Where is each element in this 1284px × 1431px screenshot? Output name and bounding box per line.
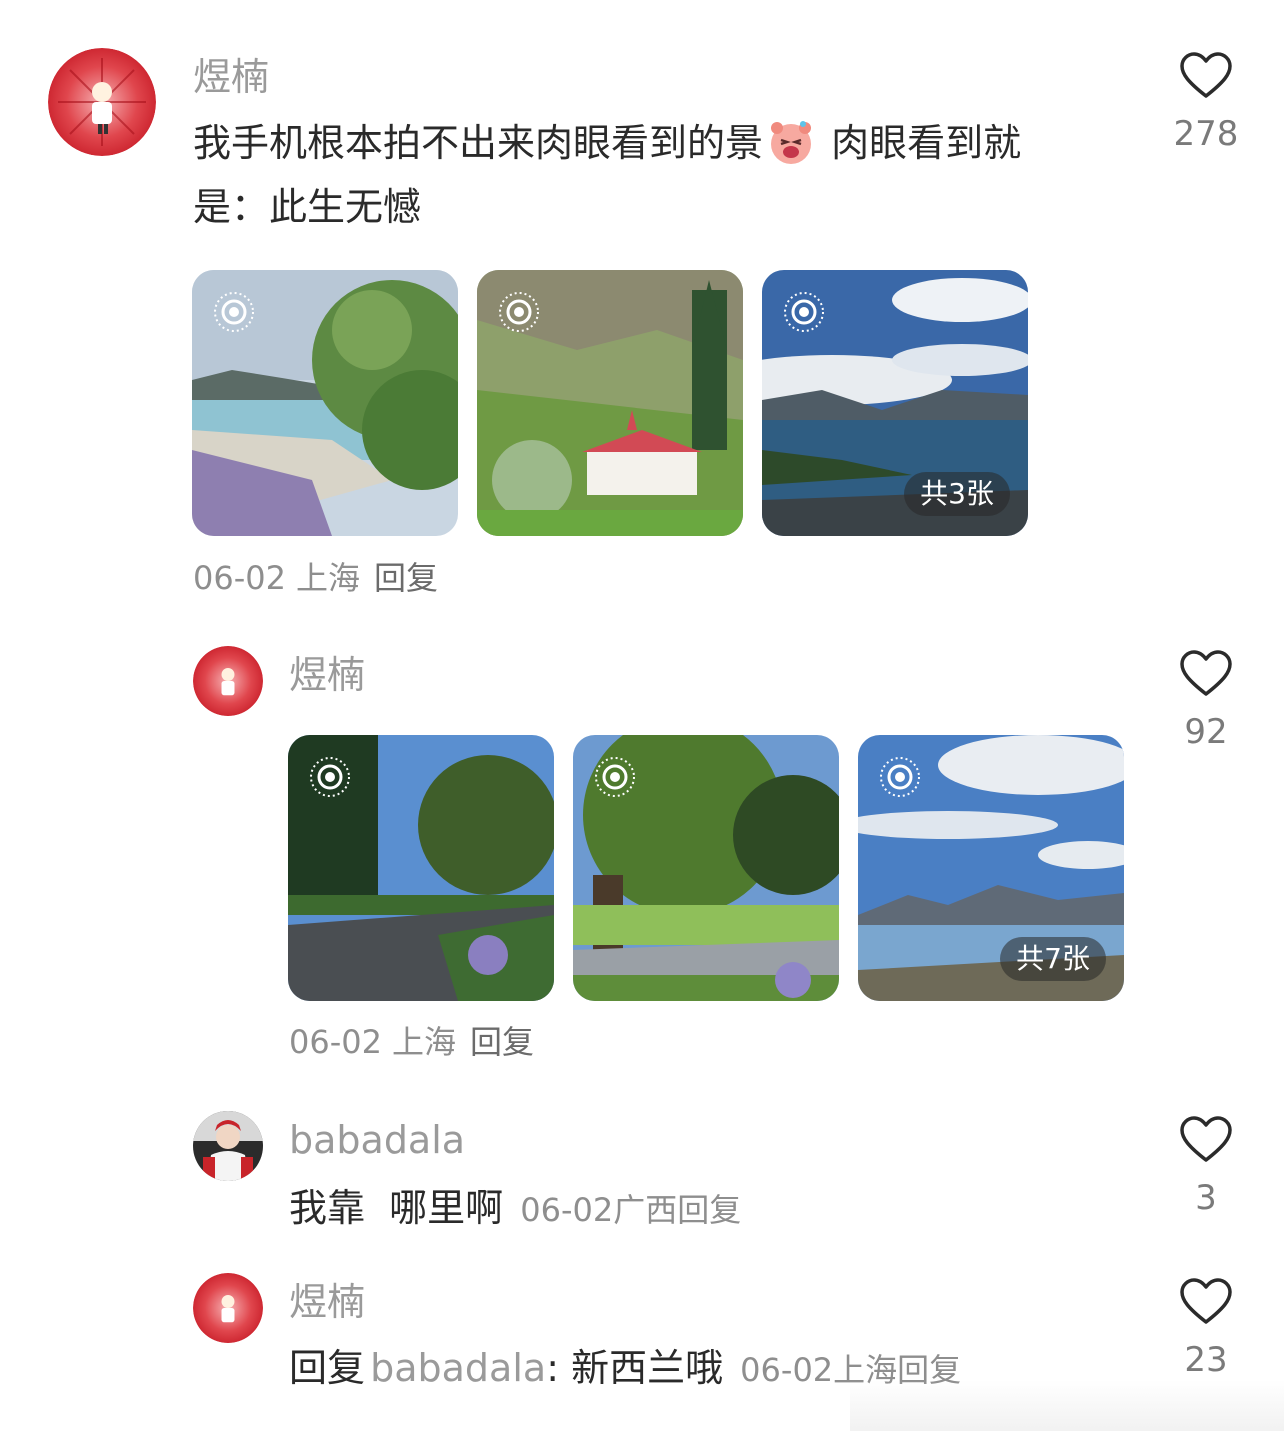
- like-button[interactable]: 3: [1158, 1116, 1254, 1218]
- comment-text-line2: 是：此生无憾: [193, 185, 422, 229]
- photo-count-badge: 共7张: [1000, 937, 1106, 981]
- like-button[interactable]: 23: [1158, 1278, 1254, 1380]
- comment-text: 我手机根本拍不出来肉眼看到的景 肉眼看到就 是：此生无憾: [193, 111, 1133, 239]
- comment-location: 上海: [295, 559, 360, 597]
- username[interactable]: 煜楠: [289, 656, 365, 694]
- reply-button[interactable]: 回复: [374, 559, 438, 597]
- comment-date: 06-02: [193, 559, 286, 597]
- photo-thumbnail[interactable]: [477, 270, 743, 536]
- comment-date: 06-02: [740, 1351, 834, 1389]
- comment-line: 我靠 哪里啊 06-02广西回复: [289, 1176, 741, 1240]
- heart-outline-icon: [1180, 1278, 1232, 1324]
- live-photo-icon: [214, 292, 254, 332]
- live-photo-icon: [784, 292, 824, 332]
- reply-to-user[interactable]: babadala: [370, 1346, 546, 1390]
- avatar[interactable]: [193, 1111, 263, 1181]
- heart-outline-icon: [1180, 650, 1232, 696]
- like-count: 92: [1184, 712, 1228, 752]
- reply-text: : 新西兰哦: [546, 1346, 724, 1390]
- photo-thumbnail[interactable]: 共7张: [858, 735, 1124, 1001]
- like-count: 278: [1173, 114, 1239, 154]
- comment-location: 上海: [391, 1023, 456, 1061]
- live-photo-icon: [595, 757, 635, 797]
- bottom-fade-overlay: [850, 1380, 1284, 1431]
- comment-meta: 06-02 上海 回复: [289, 1026, 534, 1058]
- comment-location: 广西: [613, 1191, 678, 1229]
- live-photo-icon: [310, 757, 350, 797]
- like-button[interactable]: 278: [1158, 52, 1254, 154]
- comment-text: 我靠 哪里啊: [289, 1186, 504, 1230]
- comment-meta: 06-02 上海 回复: [193, 562, 438, 594]
- comment-text-part2: 肉眼看到就: [819, 121, 1022, 165]
- live-photo-icon: [499, 292, 539, 332]
- reply-button[interactable]: 回复: [677, 1191, 741, 1229]
- comment-date: 06-02: [289, 1023, 382, 1061]
- avatar[interactable]: [193, 646, 263, 716]
- photo-thumbnail[interactable]: [192, 270, 458, 536]
- like-button[interactable]: 92: [1158, 650, 1254, 752]
- photo-count-badge: 共3张: [904, 472, 1010, 516]
- avatar[interactable]: [48, 48, 156, 156]
- photo-thumbnail[interactable]: [573, 735, 839, 1001]
- like-count: 3: [1195, 1178, 1217, 1218]
- comment-date: 06-02: [520, 1191, 614, 1229]
- photo-thumbnail[interactable]: 共3张: [762, 270, 1028, 536]
- comment-text-part1: 我手机根本拍不出来肉眼看到的景: [193, 121, 764, 165]
- heart-outline-icon: [1180, 52, 1232, 98]
- avatar[interactable]: [193, 1273, 263, 1343]
- like-count: 23: [1184, 1340, 1228, 1380]
- username[interactable]: 煜楠: [289, 1283, 365, 1321]
- username[interactable]: 煜楠: [193, 58, 269, 96]
- reply-prefix: 回复: [289, 1346, 366, 1390]
- heart-outline-icon: [1180, 1116, 1232, 1162]
- photo-thumbnail[interactable]: [288, 735, 554, 1001]
- username[interactable]: babadala: [289, 1121, 465, 1159]
- live-photo-icon: [880, 757, 920, 797]
- laughing-pig-emoji-icon: [771, 121, 812, 164]
- reply-button[interactable]: 回复: [470, 1023, 534, 1061]
